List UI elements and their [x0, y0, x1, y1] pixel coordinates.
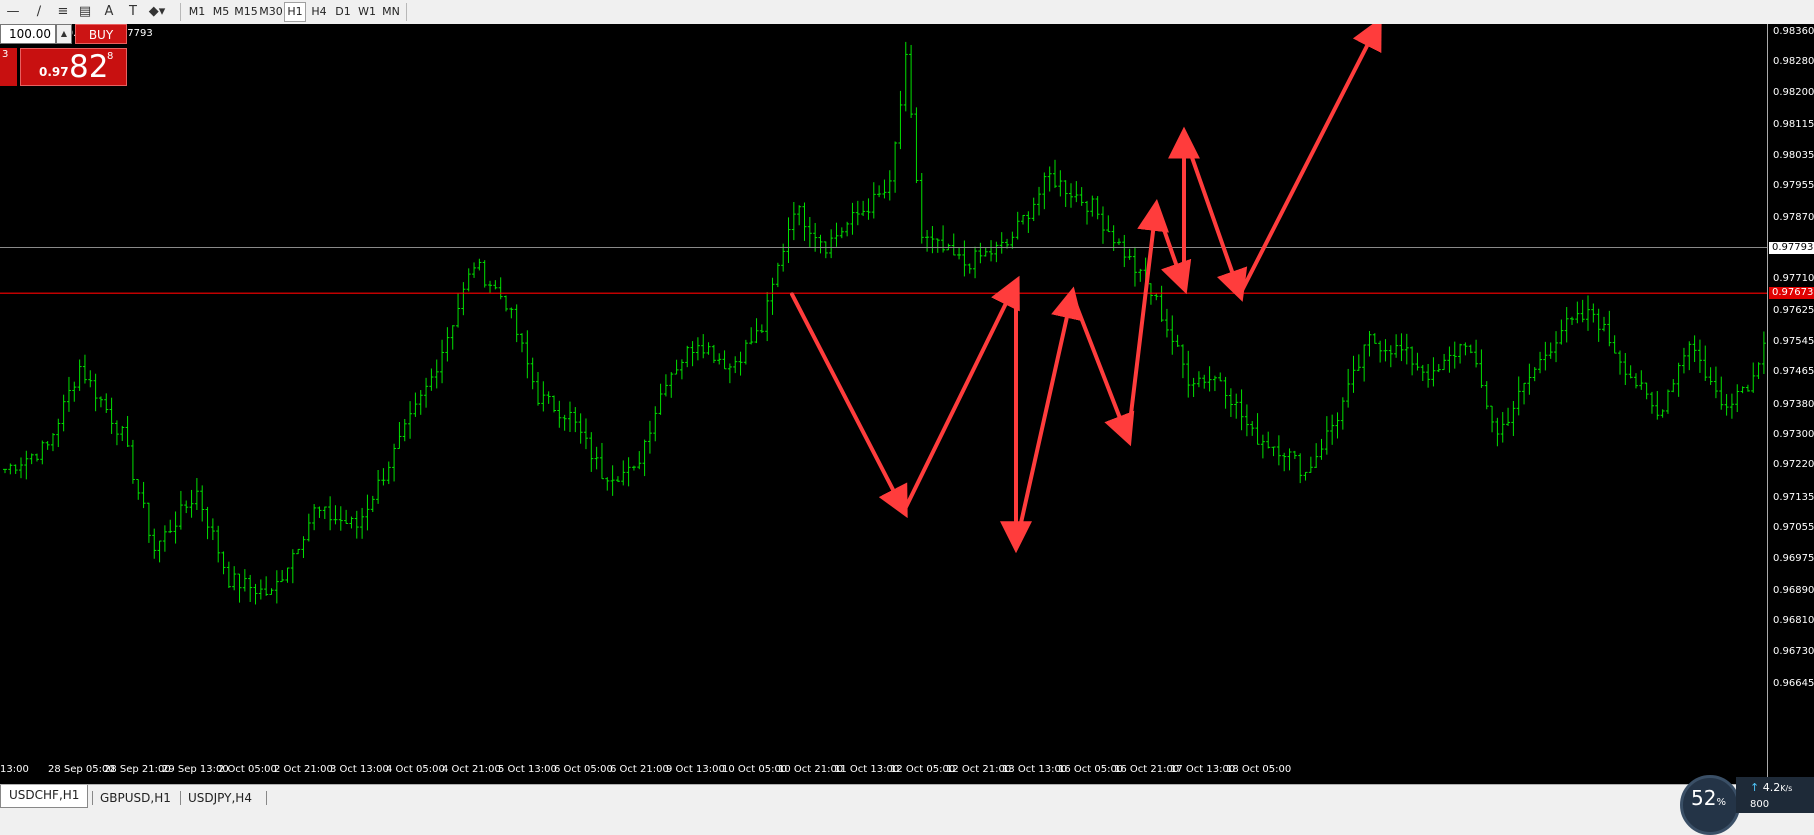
price-axis-label: 0.97955: [1773, 179, 1814, 191]
tab-usdjpy-h4[interactable]: USDJPY,H4: [180, 788, 260, 808]
price-axis-label: 0.98280: [1773, 56, 1814, 68]
price-axis-label: 0.96975: [1773, 552, 1814, 564]
chart-toolbar: — ∕ ≡ ▤ A T ◆▾ M1 M5 M15 M30 H1 H4 D1 W1…: [0, 0, 1814, 25]
price-axis-label: 0.97380: [1773, 398, 1814, 410]
usage-percent: 52%: [1691, 786, 1726, 810]
tab-separator: [266, 791, 267, 805]
channel-icon[interactable]: ▤: [76, 3, 94, 21]
arrow-up-icon: ↑: [1750, 781, 1760, 794]
forecast-arrow: [1154, 204, 1192, 295]
tab-gbpusd-h1[interactable]: GBPUSD,H1: [92, 788, 179, 808]
buy-price-box[interactable]: 0.97 82 8: [20, 48, 127, 86]
price-axis-label: 0.98035: [1773, 149, 1814, 161]
timeframe-w1[interactable]: W1: [356, 3, 378, 21]
forecast-arrow: [902, 275, 1020, 514]
price-axis-label: 0.97055: [1773, 522, 1814, 534]
price-axis-label: 0.97300: [1773, 428, 1814, 440]
chart-tabs: USDCHF,H1 GBPUSD,H1 USDJPY,H4: [0, 784, 1814, 814]
volume-spinner[interactable]: ▲: [56, 24, 72, 44]
timeframe-mn[interactable]: MN: [379, 3, 403, 21]
timeframe-m1[interactable]: M1: [186, 3, 208, 21]
horizontal-line-icon[interactable]: —: [4, 3, 22, 21]
price-chart[interactable]: [0, 24, 1767, 784]
volume-input[interactable]: 100.00: [0, 24, 56, 44]
forecast-arrow: [1182, 132, 1248, 302]
trendline-icon[interactable]: ∕: [30, 3, 48, 21]
tab-usdchf-h1[interactable]: USDCHF,H1: [0, 785, 89, 808]
price-axis-label: 0.96810: [1773, 615, 1814, 627]
time-axis-label: 2 Oct 05:00: [218, 764, 277, 775]
timeframe-h4[interactable]: H4: [308, 3, 330, 21]
price-axis-label: 0.97135: [1773, 491, 1814, 503]
text-label-icon[interactable]: T: [124, 3, 142, 21]
time-axis-label: 28 Sep 21:00: [104, 764, 171, 775]
upload-speed: ↑ 4.2K/s: [1750, 781, 1793, 794]
price-axis-label: 0.98115: [1773, 119, 1814, 131]
time-axis-label: 4 Oct 21:00: [442, 764, 501, 775]
price-axis-label: 0.97625: [1773, 305, 1814, 317]
shapes-icon[interactable]: ◆▾: [148, 3, 166, 21]
price-axis-label: 0.97870: [1773, 212, 1814, 224]
time-axis-label: 6 Oct 05:00: [554, 764, 613, 775]
price-axis-label: 0.97710: [1773, 273, 1814, 285]
price-axis-label: 0.96730: [1773, 645, 1814, 657]
timeframe-m5[interactable]: M5: [210, 3, 232, 21]
price-axis[interactable]: 0.98360 0.98280 0.98200 0.98115 0.98035 0.979…: [1767, 24, 1814, 784]
time-axis-label: 18 Oct 05:00: [1226, 764, 1292, 775]
buy-button[interactable]: BUY: [75, 24, 127, 44]
time-axis-label: 9 Oct 13:00: [666, 764, 725, 775]
price-axis-label: 0.98200: [1773, 86, 1814, 98]
chart-window[interactable]: 774 0.97796 0.97773 0.97793 0.983600.982…: [0, 24, 1814, 784]
fibonacci-icon[interactable]: ≡: [54, 3, 72, 21]
timeframe-h1[interactable]: H1: [284, 2, 306, 22]
time-axis-label: 5 Oct 13:00: [498, 764, 557, 775]
forecast-arrow: [1126, 198, 1170, 441]
sell-price-box[interactable]: 3: [0, 48, 17, 86]
timeframe-m30[interactable]: M30: [259, 3, 283, 21]
text-icon[interactable]: A: [100, 3, 118, 21]
bid-price-label: 0.97793: [1769, 241, 1814, 254]
forecast-arrow: [1238, 24, 1382, 297]
time-axis-label: 6 Oct 21:00: [610, 764, 669, 775]
buy-price-fraction: 8: [107, 51, 114, 62]
price-axis-label: 0.97220: [1773, 459, 1814, 471]
forecast-arrow: [790, 292, 908, 519]
time-axis-label: 2 Oct 21:00: [274, 764, 333, 775]
level-price-label: 0.97673: [1769, 287, 1814, 300]
timeframe-d1[interactable]: D1: [332, 3, 354, 21]
time-axis-label: 13:00: [0, 764, 29, 775]
price-axis-label: 0.96645: [1773, 678, 1814, 689]
price-axis-label: 0.98360: [1773, 26, 1814, 37]
price-axis-label: 0.96890: [1773, 584, 1814, 596]
sell-price-partial: 3: [2, 49, 9, 60]
price-axis-label: 0.97545: [1773, 335, 1814, 347]
download-speed: 800: [1750, 799, 1770, 810]
network-speed-widget: 52% ↑ 4.2K/s 800: [1680, 775, 1814, 835]
network-speed-panel: ↑ 4.2K/s 800: [1736, 777, 1814, 813]
toolbar-separator: [406, 3, 407, 21]
timeframe-m15[interactable]: M15: [234, 3, 258, 21]
price-axis-label: 0.97465: [1773, 366, 1814, 378]
forecast-arrow: [1070, 292, 1135, 447]
forecast-arrow: [1014, 286, 1083, 548]
buy-price-prefix: 0.97: [39, 65, 69, 79]
buy-price-pips: 82: [69, 49, 109, 85]
toolbar-separator: [180, 3, 181, 21]
network-usage-gauge: 52%: [1680, 775, 1740, 835]
time-axis-label: 3 Oct 13:00: [330, 764, 389, 775]
time-axis-label: 4 Oct 05:00: [386, 764, 445, 775]
